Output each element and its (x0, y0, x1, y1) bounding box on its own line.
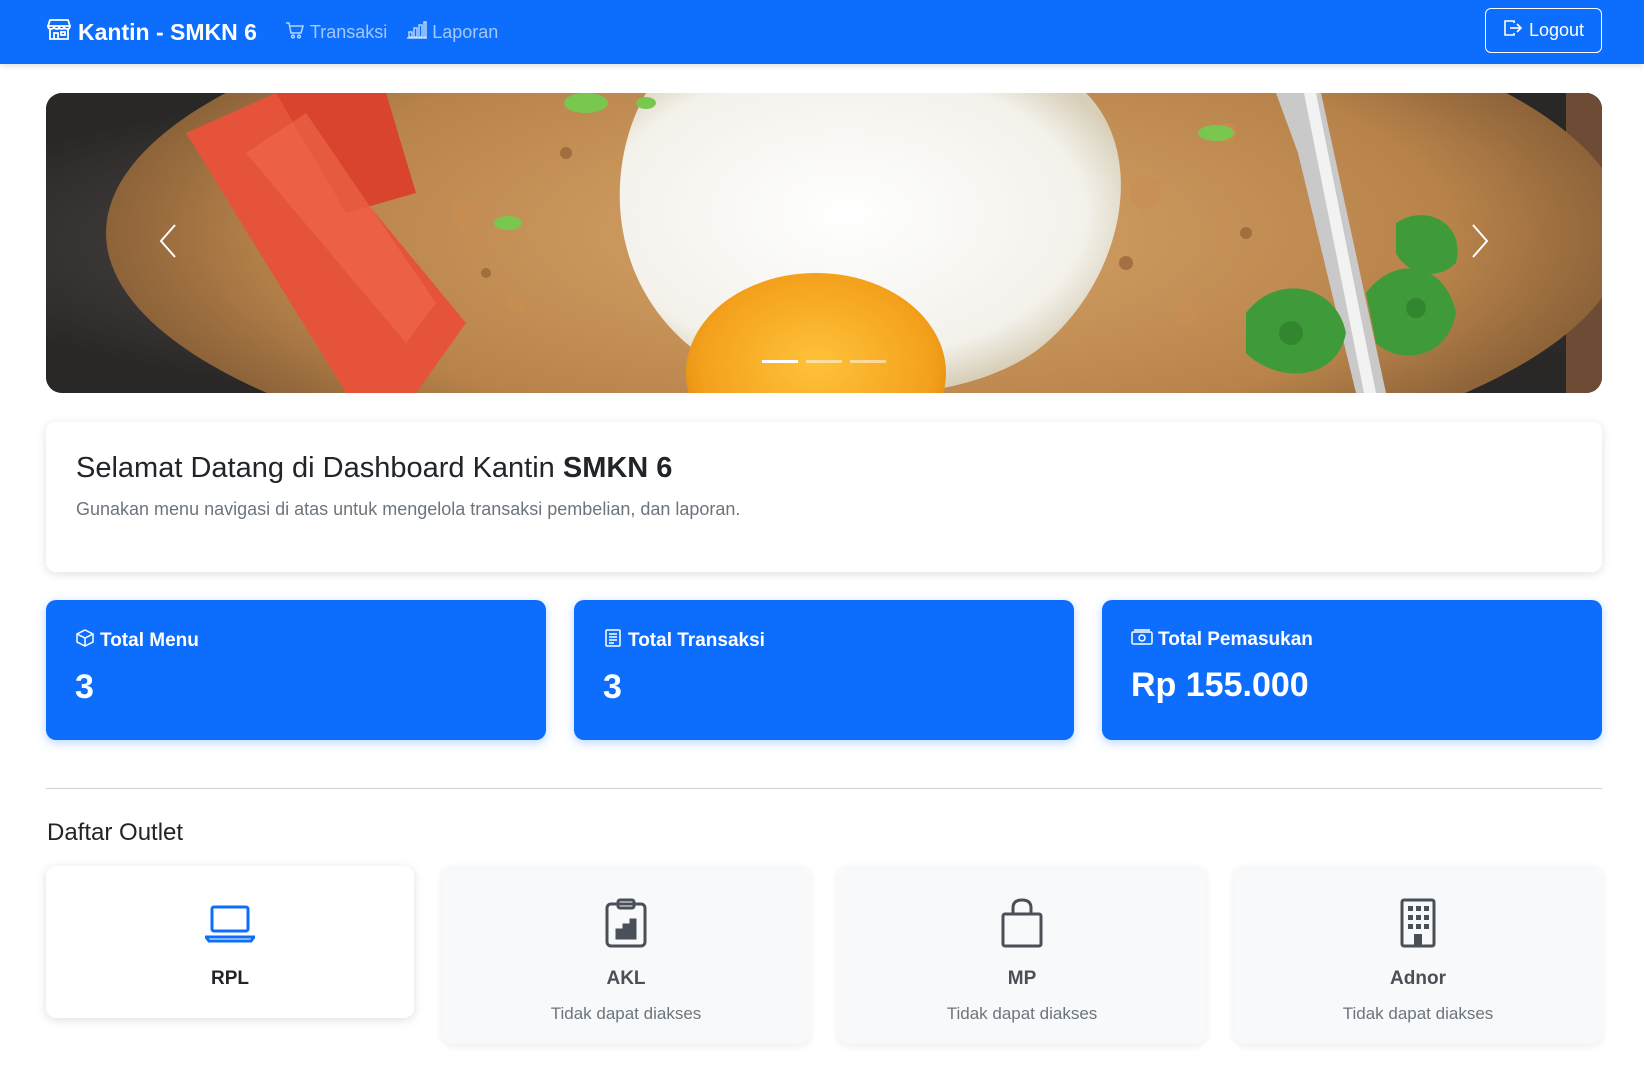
carousel-next-button[interactable] (1410, 93, 1550, 393)
outlet-access-note: Tidak dapat diakses (550, 1004, 702, 1023)
stat-label: Total Pemasukan (1158, 629, 1313, 650)
welcome-title-school: SMKN 6 (562, 452, 673, 484)
cart-icon (285, 21, 310, 44)
chevron-right-icon (1470, 223, 1490, 264)
outlet-name: Adnor (1390, 968, 1446, 989)
welcome-title-prefix: Selamat Datang di Dashboard Kantin (76, 452, 563, 484)
stat-card-total-pemasukan: Total Pemasukan Rp 155.000 (1102, 600, 1602, 740)
outlet-card-mp: MP Tidak dapat diakses (838, 866, 1206, 1044)
laptop-icon (205, 898, 255, 948)
chevron-left-icon (158, 223, 178, 264)
stat-label-row: Total Transaksi (603, 628, 1045, 654)
stat-value: 3 (75, 668, 94, 706)
carousel-indicator[interactable] (806, 360, 842, 363)
stat-card-total-transaksi: Total Transaksi 3 (574, 600, 1074, 740)
building-icon (1399, 898, 1437, 948)
brand-label: Kantin - SMKN 6 (78, 18, 257, 45)
stat-label: Total Menu (100, 630, 199, 651)
carousel-indicators (46, 360, 1602, 363)
carousel-indicator[interactable] (850, 360, 886, 363)
outlet-name: MP (1007, 968, 1037, 989)
outlet-name: AKL (606, 968, 646, 989)
receipt-icon (603, 628, 628, 654)
stat-label-row: Total Menu (75, 628, 517, 654)
nav-link-label: Transaksi (309, 21, 388, 42)
cash-icon (1131, 628, 1158, 652)
section-divider (46, 788, 1602, 789)
welcome-title: Selamat Datang di Dashboard Kantin SMKN … (76, 452, 1572, 485)
outlet-card-adnor: Adnor Tidak dapat diakses (1234, 866, 1602, 1044)
clipboard-chart-icon (604, 898, 648, 948)
logout-label: Logout (1528, 20, 1585, 40)
bar-chart-icon (407, 20, 432, 44)
logout-icon (1503, 19, 1529, 42)
outlet-card-akl: AKL Tidak dapat diakses (442, 866, 810, 1044)
carousel-indicator[interactable] (762, 360, 798, 363)
box-icon (75, 628, 100, 654)
outlet-section-title: Daftar Outlet (47, 819, 184, 846)
welcome-subtitle: Gunakan menu navigasi di atas untuk meng… (76, 499, 741, 519)
stat-value: 3 (603, 668, 622, 706)
stat-value: Rp 155.000 (1131, 666, 1309, 704)
outlet-access-note: Tidak dapat diakses (1342, 1004, 1494, 1023)
welcome-card: Selamat Datang di Dashboard Kantin SMKN … (46, 422, 1602, 572)
logout-button[interactable]: Logout (1485, 8, 1602, 53)
carousel-prev-button[interactable] (98, 93, 238, 393)
stat-label: Total Transaksi (628, 630, 765, 651)
nav-link-laporan[interactable]: Laporan (407, 20, 499, 44)
stat-label-row: Total Pemasukan (1131, 628, 1573, 652)
nav-link-label: Laporan (432, 21, 499, 42)
outlet-access-note: Tidak dapat diakses (946, 1004, 1098, 1023)
nav-link-transaksi[interactable]: Transaksi (285, 21, 387, 44)
navbar: Kantin - SMKN 6 Transaksi Laporan Logout (0, 0, 1644, 64)
shop-icon (46, 17, 78, 47)
outlet-name: RPL (211, 968, 249, 989)
outlet-card-rpl[interactable]: RPL (46, 866, 414, 1018)
stat-card-total-menu: Total Menu 3 (46, 600, 546, 740)
fried-rice-photo (46, 93, 1602, 393)
brand[interactable]: Kantin - SMKN 6 (46, 17, 257, 47)
hero-carousel (46, 93, 1602, 393)
bag-icon (1000, 898, 1044, 948)
